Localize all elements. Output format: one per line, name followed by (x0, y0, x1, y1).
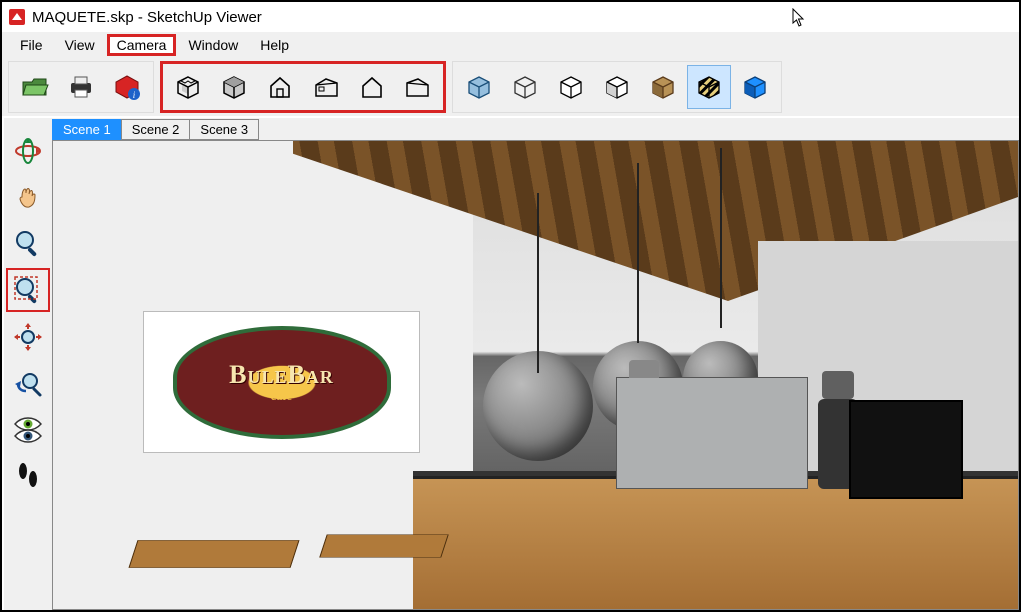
scene-tab-1[interactable]: Scene 1 (52, 119, 122, 140)
scene-pos-monitor (849, 400, 963, 499)
front-view-button[interactable] (258, 65, 302, 109)
zoom-window-tool-button[interactable] (6, 268, 50, 312)
toolbar-group-face-styles (452, 61, 782, 113)
main-toolbar: i (2, 58, 1019, 116)
menu-file[interactable]: File (10, 34, 53, 56)
scene-tabs: Scene 1 Scene 2 Scene 3 (52, 118, 1019, 140)
right-view-button[interactable] (304, 65, 348, 109)
orbit-tool-button[interactable] (7, 130, 49, 172)
pan-tool-button[interactable] (7, 176, 49, 218)
toolbar-group-file: i (8, 61, 154, 113)
menu-window[interactable]: Window (178, 34, 248, 56)
scene-pendant-light (483, 351, 593, 461)
menubar: File View Camera Window Help (2, 32, 1019, 58)
xray-style-button[interactable] (457, 65, 501, 109)
walk-tool-button[interactable] (7, 454, 49, 496)
sketchup-app-icon (8, 8, 26, 26)
hiddenline-style-button[interactable] (549, 65, 593, 109)
menu-help[interactable]: Help (250, 34, 299, 56)
scene-logo-brand: BuleBar (229, 360, 334, 390)
top-view-button[interactable] (212, 65, 256, 109)
mouse-cursor-icon (792, 8, 808, 28)
look-around-tool-button[interactable] (7, 408, 49, 450)
titlebar: MAQUETE.skp - SketchUp Viewer (2, 2, 1019, 32)
iso-view-button[interactable] (166, 65, 210, 109)
scene-table (319, 534, 449, 557)
shaded-style-button[interactable] (595, 65, 639, 109)
monochrome-style-button[interactable] (687, 65, 731, 109)
side-toolbar (4, 118, 52, 610)
scene-espresso-machine (616, 377, 808, 489)
left-view-button[interactable] (396, 65, 440, 109)
scene-tab-2[interactable]: Scene 2 (121, 119, 191, 140)
back-view-button[interactable] (350, 65, 394, 109)
model-viewport[interactable]: BuleBar café (52, 140, 1019, 610)
zoom-tool-button[interactable] (7, 222, 49, 264)
styles-button[interactable] (733, 65, 777, 109)
main-area: Scene 1 Scene 2 Scene 3 BuleBar café (52, 118, 1019, 610)
previous-view-tool-button[interactable] (7, 362, 49, 404)
wireframe-style-button[interactable] (503, 65, 547, 109)
open-button[interactable] (13, 65, 57, 109)
model-info-button[interactable]: i (105, 65, 149, 109)
zoom-extents-tool-button[interactable] (7, 316, 49, 358)
scene-logo-subtitle: café (271, 388, 293, 404)
print-button[interactable] (59, 65, 103, 109)
toolbar-group-standard-views (160, 61, 446, 113)
menu-camera[interactable]: Camera (107, 34, 177, 56)
menu-view[interactable]: View (55, 34, 105, 56)
window-title: MAQUETE.skp - SketchUp Viewer (32, 9, 262, 26)
workspace: Scene 1 Scene 2 Scene 3 BuleBar café (4, 118, 1019, 610)
scene-table (129, 540, 300, 568)
shaded-textures-style-button[interactable] (641, 65, 685, 109)
scene-seating (53, 419, 473, 609)
scene-tab-3[interactable]: Scene 3 (189, 119, 259, 140)
